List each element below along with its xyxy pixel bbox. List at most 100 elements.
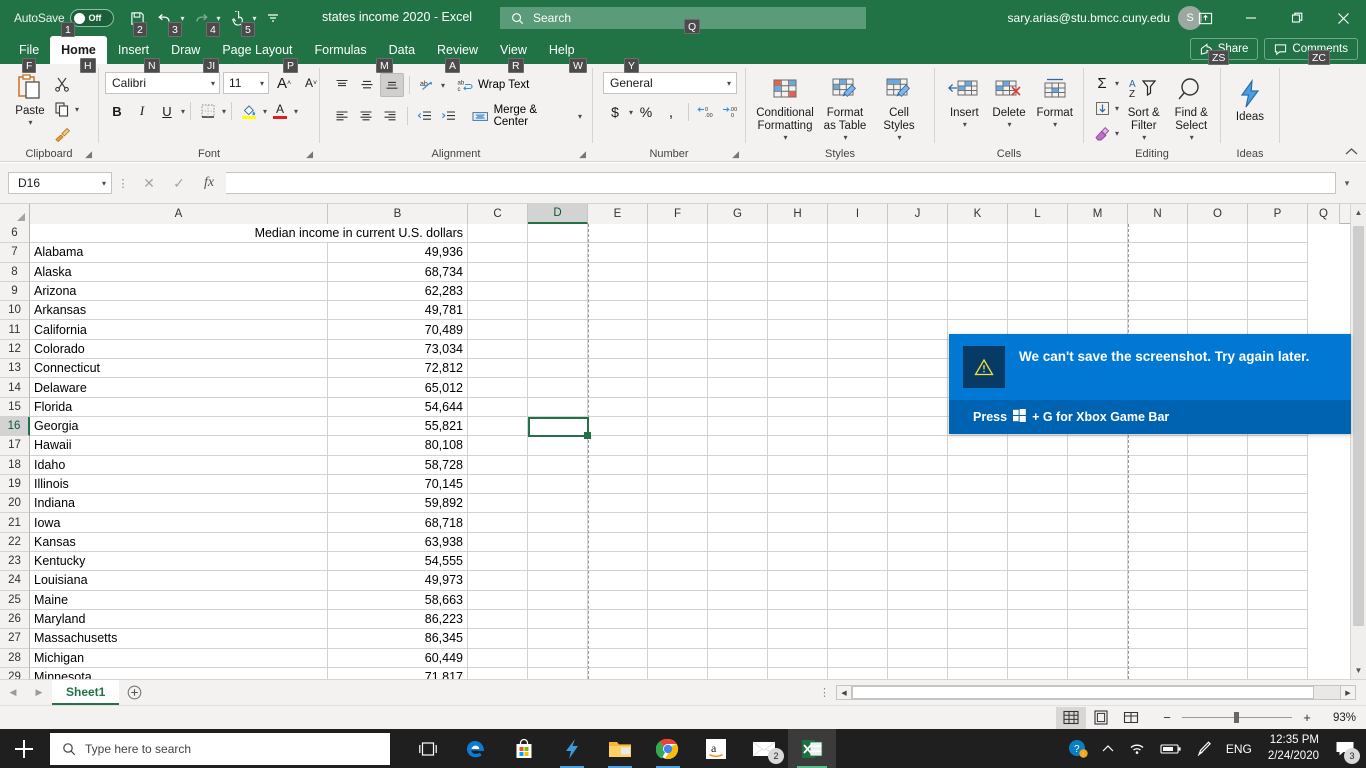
row-header-9[interactable]: 9 <box>0 281 30 302</box>
cell-K20[interactable] <box>948 494 1008 514</box>
italic-button[interactable]: I <box>130 99 154 123</box>
cell-H25[interactable] <box>768 590 828 610</box>
cell-L22[interactable] <box>1008 532 1068 553</box>
microsoft-store-icon[interactable] <box>500 729 548 768</box>
row-header-13[interactable]: 13 <box>0 359 30 379</box>
vertical-scroll-thumb[interactable] <box>1353 226 1364 626</box>
decrease-decimal-icon[interactable]: .00 0 <box>719 100 743 124</box>
insert-cells-dropdown-icon[interactable]: ▾ <box>962 120 967 129</box>
cell-J11[interactable] <box>888 320 948 340</box>
search-input[interactable]: Search <box>500 7 866 29</box>
cell-M8[interactable] <box>1068 262 1128 282</box>
cell-J7[interactable] <box>888 243 948 263</box>
cell-B22[interactable]: 63,938 <box>328 532 468 553</box>
cell-J10[interactable] <box>888 301 948 321</box>
zoom-in-button[interactable]: + <box>1300 710 1314 725</box>
copy-icon[interactable] <box>50 97 74 121</box>
cell-I18[interactable] <box>828 455 888 475</box>
cell-H13[interactable] <box>768 359 828 379</box>
cell-M24[interactable] <box>1068 571 1128 591</box>
cell-H7[interactable] <box>768 243 828 263</box>
cell-O18[interactable] <box>1188 455 1248 475</box>
cell-N26[interactable] <box>1128 609 1188 630</box>
cell-C11[interactable] <box>468 320 528 340</box>
cell-D11[interactable] <box>528 320 588 340</box>
cell-I12[interactable] <box>828 339 888 360</box>
cell-K7[interactable] <box>948 243 1008 263</box>
cell-F21[interactable] <box>648 513 708 533</box>
cell-C19[interactable] <box>468 474 528 495</box>
cell-J25[interactable] <box>888 590 948 610</box>
format-cells-dropdown-icon[interactable]: ▾ <box>1052 120 1057 129</box>
cell-H11[interactable] <box>768 320 828 340</box>
cell-G17[interactable] <box>708 436 768 456</box>
cell-E27[interactable] <box>588 629 648 649</box>
cell-C17[interactable] <box>468 436 528 456</box>
conditional-formatting-dropdown-icon[interactable]: ▾ <box>782 133 787 142</box>
cell-B19[interactable]: 70,145 <box>328 474 468 495</box>
number-format-dropdown-icon[interactable]: ▾ <box>726 79 731 88</box>
cell-O26[interactable] <box>1188 609 1248 630</box>
name-box[interactable]: D16 ▾ <box>8 172 112 194</box>
name-box-dropdown-icon[interactable]: ▾ <box>101 179 106 188</box>
cell-E13[interactable] <box>588 359 648 379</box>
scroll-up-icon[interactable]: ▲ <box>1351 204 1366 221</box>
row-header-11[interactable]: 11 <box>0 320 30 340</box>
fill-icon[interactable] <box>1090 96 1114 120</box>
cell-I16[interactable] <box>828 416 888 437</box>
cell-A6-B6-title[interactable]: Median income in current U.S. dollars <box>30 224 468 244</box>
show-hidden-icons-icon[interactable] <box>1095 729 1121 768</box>
minimize-button[interactable] <box>1228 0 1274 36</box>
cell-O17[interactable] <box>1188 436 1248 456</box>
cell-C25[interactable] <box>468 590 528 610</box>
zoom-out-button[interactable]: − <box>1160 710 1174 725</box>
cell-P17[interactable] <box>1248 436 1308 456</box>
row-header-15[interactable]: 15 <box>0 397 30 417</box>
page-layout-view-button[interactable] <box>1086 707 1116 729</box>
task-view-icon[interactable] <box>404 729 452 768</box>
cell-F27[interactable] <box>648 629 708 649</box>
amazon-icon[interactable]: a <box>692 729 740 768</box>
cell-O22[interactable] <box>1188 532 1248 553</box>
row-header-24[interactable]: 24 <box>0 571 30 591</box>
cell-A28[interactable]: Michigan <box>30 648 328 668</box>
cell-A11[interactable]: California <box>30 320 328 340</box>
cell-J26[interactable] <box>888 609 948 630</box>
cell-L26[interactable] <box>1008 609 1068 630</box>
borders-dropdown-icon[interactable]: ▾ <box>221 107 226 116</box>
cell-C16[interactable] <box>468 416 528 437</box>
cell-I6[interactable] <box>828 224 888 244</box>
cell-M20[interactable] <box>1068 494 1128 514</box>
clear-dropdown-icon[interactable]: ▾ <box>1114 129 1119 138</box>
cell-I14[interactable] <box>828 378 888 398</box>
cell-D17[interactable] <box>528 436 588 456</box>
cell-L19[interactable] <box>1008 474 1068 495</box>
cell-G21[interactable] <box>708 513 768 533</box>
cell-K27[interactable] <box>948 629 1008 649</box>
orientation-icon[interactable]: ab <box>415 73 439 97</box>
cell-G13[interactable] <box>708 359 768 379</box>
cell-D28[interactable] <box>528 648 588 668</box>
account-email[interactable]: sary.arias@stu.bmcc.cuny.edu <box>1008 11 1170 25</box>
column-header-I[interactable]: I <box>828 204 888 224</box>
cell-J15[interactable] <box>888 397 948 417</box>
cell-F14[interactable] <box>648 378 708 398</box>
ribbon-display-options-icon[interactable] <box>1182 0 1228 36</box>
cell-B7[interactable]: 49,936 <box>328 243 468 263</box>
cell-K24[interactable] <box>948 571 1008 591</box>
cell-A20[interactable]: Indiana <box>30 494 328 514</box>
align-top-icon[interactable] <box>330 73 354 97</box>
increase-decimal-icon[interactable]: 0.00 <box>694 100 718 124</box>
cell-N23[interactable] <box>1128 552 1188 572</box>
collapse-ribbon-icon[interactable] <box>1345 147 1358 159</box>
cell-K9[interactable] <box>948 281 1008 302</box>
cell-F24[interactable] <box>648 571 708 591</box>
column-header-C[interactable]: C <box>468 204 528 224</box>
cell-C14[interactable] <box>468 378 528 398</box>
find-select-dropdown-icon[interactable]: ▾ <box>1189 133 1194 142</box>
cell-K6[interactable] <box>948 224 1008 244</box>
cell-O19[interactable] <box>1188 474 1248 495</box>
cell-N6[interactable] <box>1128 224 1188 244</box>
cell-H9[interactable] <box>768 281 828 302</box>
cell-D8[interactable] <box>528 262 588 282</box>
